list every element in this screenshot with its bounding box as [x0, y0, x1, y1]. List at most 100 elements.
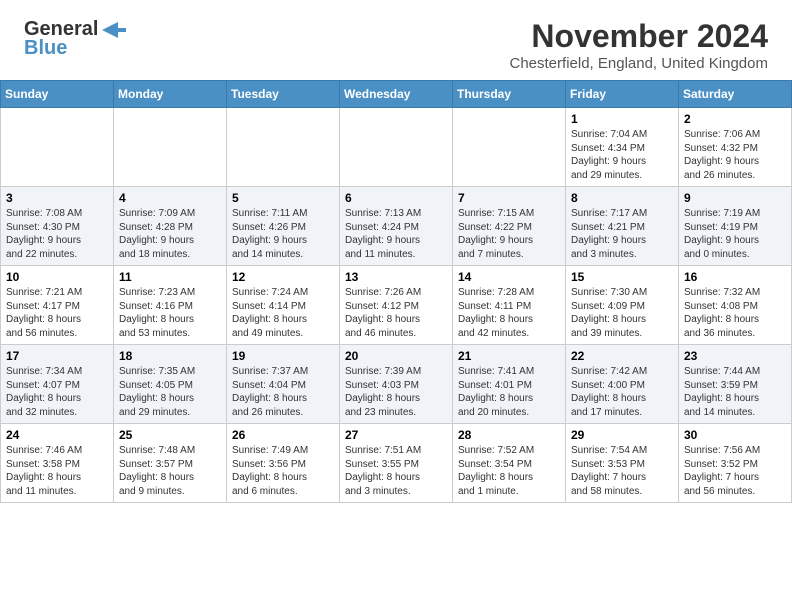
- cell-info: Sunrise: 7:37 AM Sunset: 4:04 PM Dayligh…: [232, 365, 334, 419]
- day-number: 12: [232, 270, 334, 284]
- day-header-friday: Friday: [566, 81, 679, 108]
- cell-info: Sunrise: 7:49 AM Sunset: 3:56 PM Dayligh…: [232, 444, 334, 498]
- cell-info: Sunrise: 7:08 AM Sunset: 4:30 PM Dayligh…: [6, 207, 108, 261]
- title-block: November 2024 Chesterfield, England, Uni…: [510, 18, 769, 72]
- day-number: 21: [458, 349, 560, 363]
- day-number: 3: [6, 191, 108, 205]
- day-number: 23: [684, 349, 786, 363]
- calendar-cell: 17 Sunrise: 7:34 AM Sunset: 4:07 PM Dayli…: [1, 345, 114, 424]
- calendar-cell: [114, 108, 227, 187]
- calendar-cell: 1 Sunrise: 7:04 AM Sunset: 4:34 PM Daylig…: [566, 108, 679, 187]
- day-number: 27: [345, 428, 447, 442]
- day-number: 29: [571, 428, 673, 442]
- cell-info: Sunrise: 7:04 AM Sunset: 4:34 PM Dayligh…: [571, 128, 673, 182]
- cell-info: Sunrise: 7:15 AM Sunset: 4:22 PM Dayligh…: [458, 207, 560, 261]
- calendar-cell: 30 Sunrise: 7:56 AM Sunset: 3:52 PM Dayli…: [679, 424, 792, 503]
- cell-info: Sunrise: 7:35 AM Sunset: 4:05 PM Dayligh…: [119, 365, 221, 419]
- day-number: 22: [571, 349, 673, 363]
- calendar-cell: 25 Sunrise: 7:48 AM Sunset: 3:57 PM Dayli…: [114, 424, 227, 503]
- day-header-saturday: Saturday: [679, 81, 792, 108]
- day-number: 28: [458, 428, 560, 442]
- day-header-monday: Monday: [114, 81, 227, 108]
- calendar-cell: 27 Sunrise: 7:51 AM Sunset: 3:55 PM Dayli…: [340, 424, 453, 503]
- calendar-cell: 19 Sunrise: 7:37 AM Sunset: 4:04 PM Dayli…: [227, 345, 340, 424]
- calendar-cell: 12 Sunrise: 7:24 AM Sunset: 4:14 PM Dayli…: [227, 266, 340, 345]
- cell-info: Sunrise: 7:52 AM Sunset: 3:54 PM Dayligh…: [458, 444, 560, 498]
- day-number: 19: [232, 349, 334, 363]
- day-number: 5: [232, 191, 334, 205]
- logo-blue-text: Blue: [24, 37, 67, 60]
- cell-info: Sunrise: 7:51 AM Sunset: 3:55 PM Dayligh…: [345, 444, 447, 498]
- calendar-cell: 4 Sunrise: 7:09 AM Sunset: 4:28 PM Daylig…: [114, 187, 227, 266]
- day-number: 20: [345, 349, 447, 363]
- calendar-cell: 14Sunrise: 7:28 AM Sunset: 4:11 PM Dayli…: [453, 266, 566, 345]
- cell-info: Sunrise: 7:44 AM Sunset: 3:59 PM Dayligh…: [684, 365, 786, 419]
- cell-info: Sunrise: 7:56 AM Sunset: 3:52 PM Dayligh…: [684, 444, 786, 498]
- cell-info: Sunrise: 7:06 AM Sunset: 4:32 PM Dayligh…: [684, 128, 786, 182]
- day-number: 11: [119, 270, 221, 284]
- cell-info: Sunrise: 7:19 AM Sunset: 4:19 PM Dayligh…: [684, 207, 786, 261]
- calendar-cell: [453, 108, 566, 187]
- day-header-sunday: Sunday: [1, 81, 114, 108]
- day-number: 4: [119, 191, 221, 205]
- day-number: 7: [458, 191, 560, 205]
- calendar-cell: 20 Sunrise: 7:39 AM Sunset: 4:03 PM Dayli…: [340, 345, 453, 424]
- day-header-thursday: Thursday: [453, 81, 566, 108]
- day-number: 9: [684, 191, 786, 205]
- day-number: 24: [6, 428, 108, 442]
- month-year-title: November 2024: [510, 18, 769, 55]
- cell-info: Sunrise: 7:48 AM Sunset: 3:57 PM Dayligh…: [119, 444, 221, 498]
- cell-info: Sunrise: 7:09 AM Sunset: 4:28 PM Dayligh…: [119, 207, 221, 261]
- cell-info: Sunrise: 7:39 AM Sunset: 4:03 PM Dayligh…: [345, 365, 447, 419]
- day-number: 17: [6, 349, 108, 363]
- cell-info: Sunrise: 7:34 AM Sunset: 4:07 PM Dayligh…: [6, 365, 108, 419]
- calendar-cell: [227, 108, 340, 187]
- calendar-week-row: 24 Sunrise: 7:46 AM Sunset: 3:58 PM Dayli…: [1, 424, 792, 503]
- calendar-cell: 2 Sunrise: 7:06 AM Sunset: 4:32 PM Daylig…: [679, 108, 792, 187]
- cell-info: Sunrise: 7:24 AM Sunset: 4:14 PM Dayligh…: [232, 286, 334, 340]
- calendar-cell: 21Sunrise: 7:41 AM Sunset: 4:01 PM Dayli…: [453, 345, 566, 424]
- day-number: 10: [6, 270, 108, 284]
- calendar-cell: 26 Sunrise: 7:49 AM Sunset: 3:56 PM Dayli…: [227, 424, 340, 503]
- calendar-cell: [340, 108, 453, 187]
- day-number: 30: [684, 428, 786, 442]
- cell-info: Sunrise: 7:46 AM Sunset: 3:58 PM Dayligh…: [6, 444, 108, 498]
- cell-info: Sunrise: 7:17 AM Sunset: 4:21 PM Dayligh…: [571, 207, 673, 261]
- day-number: 8: [571, 191, 673, 205]
- calendar-week-row: 10Sunrise: 7:21 AM Sunset: 4:17 PM Dayli…: [1, 266, 792, 345]
- day-number: 16: [684, 270, 786, 284]
- cell-info: Sunrise: 7:32 AM Sunset: 4:08 PM Dayligh…: [684, 286, 786, 340]
- calendar-cell: 23 Sunrise: 7:44 AM Sunset: 3:59 PM Dayli…: [679, 345, 792, 424]
- cell-info: Sunrise: 7:54 AM Sunset: 3:53 PM Dayligh…: [571, 444, 673, 498]
- day-number: 1: [571, 112, 673, 126]
- calendar-cell: 9 Sunrise: 7:19 AM Sunset: 4:19 PM Daylig…: [679, 187, 792, 266]
- calendar-cell: 11 Sunrise: 7:23 AM Sunset: 4:16 PM Dayli…: [114, 266, 227, 345]
- calendar-table: SundayMondayTuesdayWednesdayThursdayFrid…: [0, 80, 792, 503]
- calendar-cell: 22 Sunrise: 7:42 AM Sunset: 4:00 PM Dayli…: [566, 345, 679, 424]
- day-number: 15: [571, 270, 673, 284]
- day-number: 2: [684, 112, 786, 126]
- location-subtitle: Chesterfield, England, United Kingdom: [510, 55, 769, 72]
- cell-info: Sunrise: 7:23 AM Sunset: 4:16 PM Dayligh…: [119, 286, 221, 340]
- day-header-tuesday: Tuesday: [227, 81, 340, 108]
- calendar-cell: 28 Sunrise: 7:52 AM Sunset: 3:54 PM Dayli…: [453, 424, 566, 503]
- cell-info: Sunrise: 7:30 AM Sunset: 4:09 PM Dayligh…: [571, 286, 673, 340]
- calendar-cell: 16 Sunrise: 7:32 AM Sunset: 4:08 PM Dayli…: [679, 266, 792, 345]
- cell-info: Sunrise: 7:28 AM Sunset: 4:11 PM Dayligh…: [458, 286, 560, 340]
- calendar-cell: 3 Sunrise: 7:08 AM Sunset: 4:30 PM Daylig…: [1, 187, 114, 266]
- day-number: 18: [119, 349, 221, 363]
- calendar-cell: 6 Sunrise: 7:13 AM Sunset: 4:24 PM Daylig…: [340, 187, 453, 266]
- calendar-header-row: SundayMondayTuesdayWednesdayThursdayFrid…: [1, 81, 792, 108]
- calendar-cell: 7 Sunrise: 7:15 AM Sunset: 4:22 PM Daylig…: [453, 187, 566, 266]
- calendar-cell: 10Sunrise: 7:21 AM Sunset: 4:17 PM Dayli…: [1, 266, 114, 345]
- calendar-cell: 18 Sunrise: 7:35 AM Sunset: 4:05 PM Dayli…: [114, 345, 227, 424]
- day-number: 26: [232, 428, 334, 442]
- cell-info: Sunrise: 7:11 AM Sunset: 4:26 PM Dayligh…: [232, 207, 334, 261]
- calendar-week-row: 1 Sunrise: 7:04 AM Sunset: 4:34 PM Daylig…: [1, 108, 792, 187]
- cell-info: Sunrise: 7:42 AM Sunset: 4:00 PM Dayligh…: [571, 365, 673, 419]
- day-number: 6: [345, 191, 447, 205]
- day-number: 25: [119, 428, 221, 442]
- cell-info: Sunrise: 7:13 AM Sunset: 4:24 PM Dayligh…: [345, 207, 447, 261]
- calendar-cell: 29 Sunrise: 7:54 AM Sunset: 3:53 PM Dayli…: [566, 424, 679, 503]
- calendar-cell: 13Sunrise: 7:26 AM Sunset: 4:12 PM Dayli…: [340, 266, 453, 345]
